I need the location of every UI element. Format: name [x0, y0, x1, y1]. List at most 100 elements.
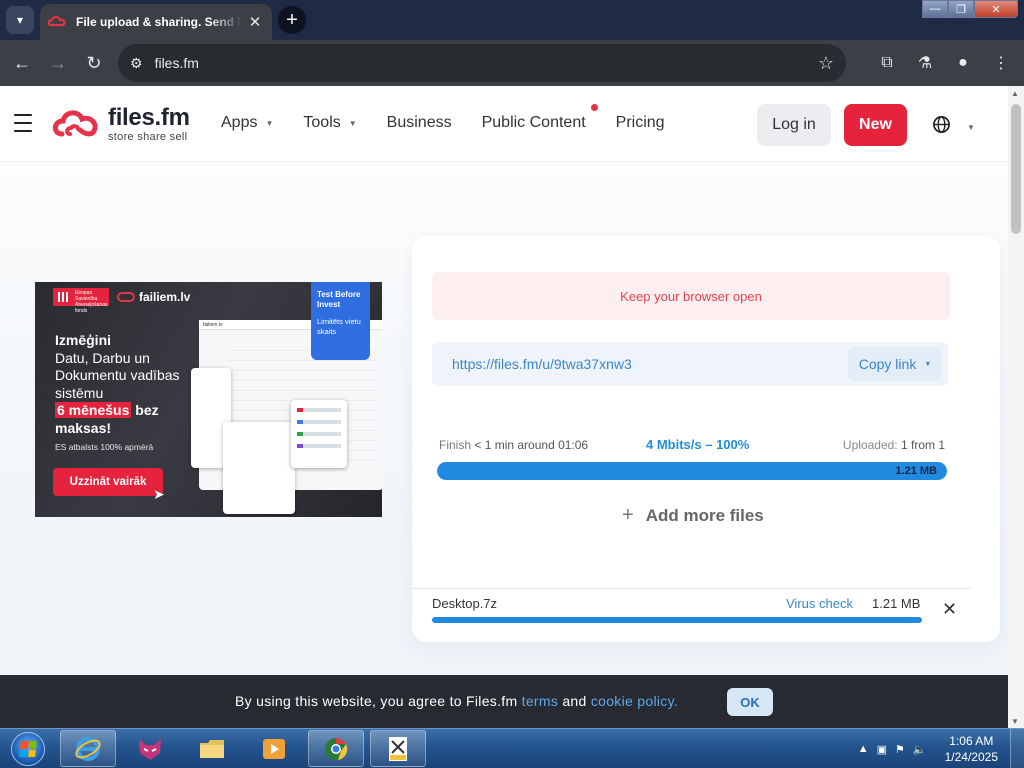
file-size: 1.21 MB — [872, 596, 921, 611]
files-fm-cloud-logo-icon — [52, 110, 98, 137]
clock-date: 1/24/2025 — [944, 750, 998, 764]
ad-subtext: ES atbalsts 100% apmērā — [55, 442, 154, 452]
hamburger-menu-icon[interactable] — [14, 114, 32, 132]
new-button[interactable]: New — [844, 104, 907, 146]
chevron-down-icon: ▼ — [924, 360, 932, 368]
ad-test-card: Test Before Invest Limitēts vietu skaits — [311, 282, 370, 360]
ad-mockup-dropdown — [291, 400, 347, 468]
browser-menu-icon[interactable]: ⋮ — [984, 45, 1018, 81]
file-name: Desktop.7z — [432, 596, 498, 611]
uploaded-label: Uploaded: — [842, 438, 898, 452]
terms-link[interactable]: terms — [522, 693, 559, 709]
file-progress-fill — [432, 617, 922, 623]
main-nav: Apps ▼ Tools ▼ Business Public Content P… — [221, 104, 695, 132]
cookie-policy-link[interactable]: cookie policy. — [591, 693, 678, 709]
action-center-flag-icon[interactable]: ⚑ — [895, 743, 905, 756]
plus-icon: + — [622, 504, 634, 526]
tab-close-icon[interactable]: ✕ — [246, 13, 264, 31]
copy-link-button[interactable]: Copy link ▼ — [848, 347, 942, 381]
nav-tools[interactable]: Tools ▼ — [303, 114, 356, 132]
scroll-up-arrow-icon[interactable]: ▲ — [1011, 89, 1019, 98]
mouse-cursor-icon: ➤ — [153, 486, 165, 502]
start-button[interactable] — [4, 730, 52, 768]
taskbar-media-player[interactable] — [246, 730, 302, 767]
virus-check-link[interactable]: Virus check — [786, 596, 853, 611]
share-link[interactable]: https://files.fm/u/9twa37xnw3 — [452, 356, 632, 372]
ad-card-title: Test Before Invest — [317, 290, 361, 309]
scroll-down-arrow-icon[interactable]: ▼ — [1011, 717, 1019, 726]
minimize-window-button[interactable]: — — [922, 0, 948, 18]
login-button[interactable]: Log in — [757, 104, 831, 146]
ad-headline-highlight: 6 mēnešus — [55, 402, 132, 418]
ad-banner[interactable]: failiem.lv Test Before Invest Limitēts v… — [35, 282, 382, 517]
labs-flask-icon[interactable]: ⚗ — [908, 45, 942, 81]
folder-icon — [200, 739, 224, 758]
show-hidden-icons-icon[interactable]: ▲ — [858, 743, 869, 755]
taskbar-tiff-viewer[interactable] — [370, 730, 426, 767]
taskbar-fox-app[interactable] — [122, 730, 178, 767]
logo-name: files.fm — [108, 103, 190, 131]
add-more-files-button[interactable]: + Add more files — [622, 504, 764, 527]
cookie-text-main: By using this website, you agree to File… — [235, 693, 518, 709]
window-controls: — ❐ ✕ — [922, 0, 1018, 18]
taskbar-clock[interactable]: 1:06 AM 1/24/2025 — [945, 733, 998, 765]
upload-card: Keep your browser open https://files.fm/… — [412, 236, 1000, 642]
nav-public-content[interactable]: Public Content — [482, 104, 598, 132]
page-content: files.fm store share sell Apps ▼ Tools ▼… — [0, 86, 1008, 728]
cookie-text: By using this website, you agree to File… — [235, 693, 678, 709]
taskbar-chrome[interactable] — [308, 730, 364, 767]
nav-pricing[interactable]: Pricing — [616, 114, 665, 132]
nav-apps-label: Apps — [221, 114, 258, 131]
close-window-button[interactable]: ✕ — [974, 0, 1018, 18]
ad-card-sub: Limitēts vietu skaits — [317, 317, 361, 336]
ad-headline: Izmēģini Datu, Darbu un Dokumentu vadība… — [55, 332, 205, 437]
chevron-down-icon: ▼ — [967, 122, 975, 132]
browser-tab[interactable]: File upload & sharing. Send large files … — [40, 4, 272, 40]
new-tab-button[interactable]: + — [278, 6, 306, 34]
site-info-icon[interactable]: ⚙ — [130, 55, 143, 72]
files-fm-favicon — [48, 15, 66, 27]
ad-cta-button[interactable]: Uzzināt vairāk — [53, 468, 163, 496]
network-icon[interactable]: ▣ — [877, 743, 887, 756]
total-progress-fill — [437, 462, 947, 480]
reload-button[interactable]: ↻ — [76, 45, 112, 81]
nav-business[interactable]: Business — [387, 114, 452, 132]
browser-tab-bar: ▾ File upload & sharing. Send large file… — [0, 0, 1024, 40]
tab-search-button[interactable]: ▾ — [6, 6, 34, 34]
windows-logo-icon — [11, 732, 45, 766]
show-desktop-button[interactable] — [1010, 729, 1024, 768]
ad-mockup-panel — [223, 422, 295, 514]
browser-toolbar: ← → ↻ ⚙ files.fm ☆ ⧉ ⚗ ● ⋮ — [0, 40, 1024, 86]
logo-tagline: store share sell — [108, 130, 188, 143]
chevron-down-icon: ▼ — [348, 118, 357, 128]
finish-value: < 1 min around 01:06 — [474, 438, 589, 452]
internet-explorer-icon — [75, 736, 101, 761]
profile-avatar-icon[interactable]: ● — [946, 45, 980, 81]
extensions-icon[interactable]: ⧉ — [870, 45, 904, 81]
keep-browser-open-notice: Keep your browser open — [432, 272, 950, 320]
site-logo[interactable]: files.fm store share sell — [52, 104, 190, 144]
chrome-icon — [325, 737, 348, 760]
address-url[interactable]: files.fm — [155, 55, 818, 71]
page-scrollbar[interactable]: ▲ ▼ — [1008, 86, 1024, 728]
address-bar[interactable]: ⚙ files.fm ☆ — [118, 44, 846, 82]
back-button[interactable]: ← — [4, 45, 40, 81]
maximize-window-button[interactable]: ❐ — [948, 0, 974, 18]
forward-button[interactable]: → — [40, 45, 76, 81]
taskbar-file-explorer[interactable] — [184, 730, 240, 767]
nav-apps[interactable]: Apps ▼ — [221, 114, 273, 132]
bookmark-star-icon[interactable]: ☆ — [818, 53, 834, 74]
taskbar-internet-explorer[interactable] — [60, 730, 116, 767]
language-selector[interactable]: ▼ — [932, 115, 975, 139]
finish-time: Finish < 1 min around 01:06 — [439, 438, 588, 452]
volume-muted-icon[interactable]: 🔈 — [913, 743, 927, 756]
tab-title: File upload & sharing. Send large files — [76, 15, 242, 29]
remove-file-close-icon[interactable]: ✕ — [942, 599, 957, 620]
site-header: files.fm store share sell Apps ▼ Tools ▼… — [0, 86, 1008, 162]
cookie-ok-button[interactable]: OK — [727, 688, 773, 716]
globe-icon — [932, 115, 951, 139]
ad-headline-line1: Izmēģini — [55, 332, 112, 348]
scrollbar-thumb[interactable] — [1011, 104, 1021, 234]
toolbar-actions: ⧉ ⚗ ● ⋮ — [870, 45, 1018, 81]
notification-dot — [590, 104, 598, 111]
